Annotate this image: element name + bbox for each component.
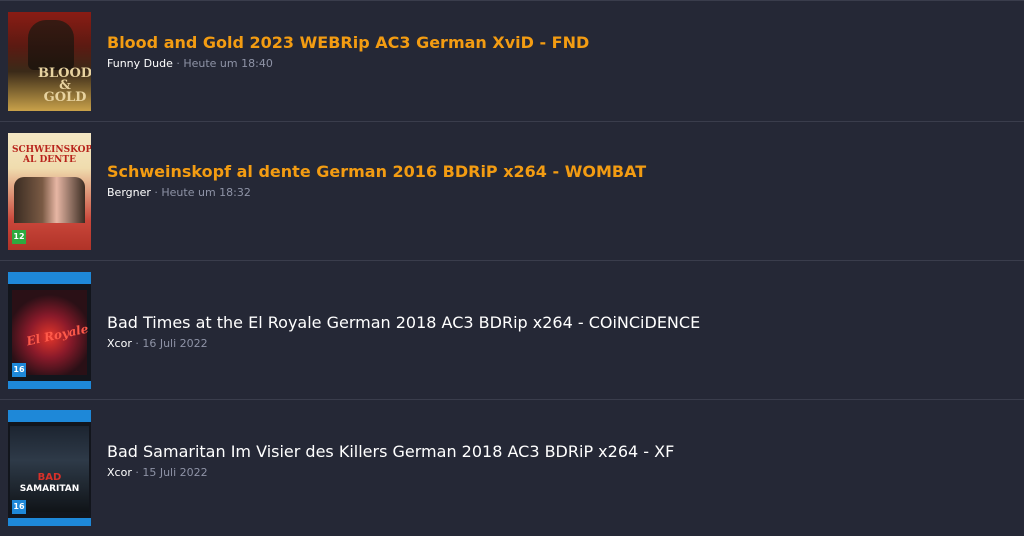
item-meta: Funny Dude · Heute um 18:40: [107, 57, 589, 71]
item-meta: Bergner · Heute um 18:32: [107, 186, 646, 200]
poster-subtitle-text: SAMARITAN: [19, 484, 80, 494]
release-list: BLOOD & GOLD Blood and Gold 2023 WEBRip …: [0, 0, 1024, 536]
poster-line: & GOLD: [43, 78, 87, 105]
item-text: Blood and Gold 2023 WEBRip AC3 German Xv…: [107, 33, 589, 71]
age-rating-badge: 16: [12, 500, 26, 514]
author-link[interactable]: Funny Dude: [107, 57, 173, 70]
poster-thumbnail[interactable]: BLOOD & GOLD: [8, 12, 91, 111]
poster-thumbnail[interactable]: BLU-RAY El Royale 16: [8, 272, 91, 389]
bluray-logo: BLU-RAY: [34, 412, 65, 420]
list-item[interactable]: BLU-RAY El Royale 16 Bad Times at the El…: [0, 261, 1024, 400]
release-title-link[interactable]: Bad Times at the El Royale German 2018 A…: [107, 313, 700, 333]
meta-separator: ·: [154, 186, 158, 199]
item-text: Bad Samaritan Im Visier des Killers Germ…: [107, 442, 674, 480]
item-text: Bad Times at the El Royale German 2018 A…: [107, 313, 700, 351]
list-item[interactable]: SCHWEINSKOPF AL DENTE 12 Schweinskopf al…: [0, 122, 1024, 261]
poster-thumbnail[interactable]: BLU-RAY BAD SAMARITAN 16: [8, 410, 91, 526]
post-date: 16 Juli 2022: [142, 337, 208, 350]
poster-title-text: BLOOD & GOLD: [38, 67, 91, 105]
post-date: Heute um 18:32: [161, 186, 251, 199]
poster-line: SCHWEINSKOPF: [12, 145, 91, 155]
meta-separator: ·: [135, 337, 139, 350]
post-date: Heute um 18:40: [183, 57, 273, 70]
poster-thumbnail[interactable]: SCHWEINSKOPF AL DENTE 12: [8, 133, 91, 250]
author-link[interactable]: Xcor: [107, 466, 132, 479]
age-rating-badge: 12: [12, 230, 26, 244]
meta-separator: ·: [135, 466, 139, 479]
release-title-link[interactable]: Schweinskopf al dente German 2016 BDRiP …: [107, 162, 646, 182]
bluray-logo: BLU-RAY: [34, 274, 65, 282]
item-text: Schweinskopf al dente German 2016 BDRiP …: [107, 162, 646, 200]
poster-title-text: BAD: [37, 472, 62, 483]
release-title-link[interactable]: Blood and Gold 2023 WEBRip AC3 German Xv…: [107, 33, 589, 53]
item-meta: Xcor · 15 Juli 2022: [107, 466, 674, 480]
post-date: 15 Juli 2022: [142, 466, 208, 479]
poster-figures: [14, 177, 85, 223]
meta-separator: ·: [176, 57, 180, 70]
item-meta: Xcor · 16 Juli 2022: [107, 337, 700, 351]
poster-line: AL DENTE: [23, 155, 76, 165]
list-item[interactable]: BLU-RAY BAD SAMARITAN 16 Bad Samaritan I…: [0, 400, 1024, 536]
list-item[interactable]: BLOOD & GOLD Blood and Gold 2023 WEBRip …: [0, 1, 1024, 122]
age-rating-badge: 16: [12, 363, 26, 377]
release-title-link[interactable]: Bad Samaritan Im Visier des Killers Germ…: [107, 442, 674, 462]
poster-title-text: SCHWEINSKOPF AL DENTE: [12, 145, 91, 165]
author-link[interactable]: Bergner: [107, 186, 151, 199]
poster-figure: [28, 20, 74, 70]
author-link[interactable]: Xcor: [107, 337, 132, 350]
